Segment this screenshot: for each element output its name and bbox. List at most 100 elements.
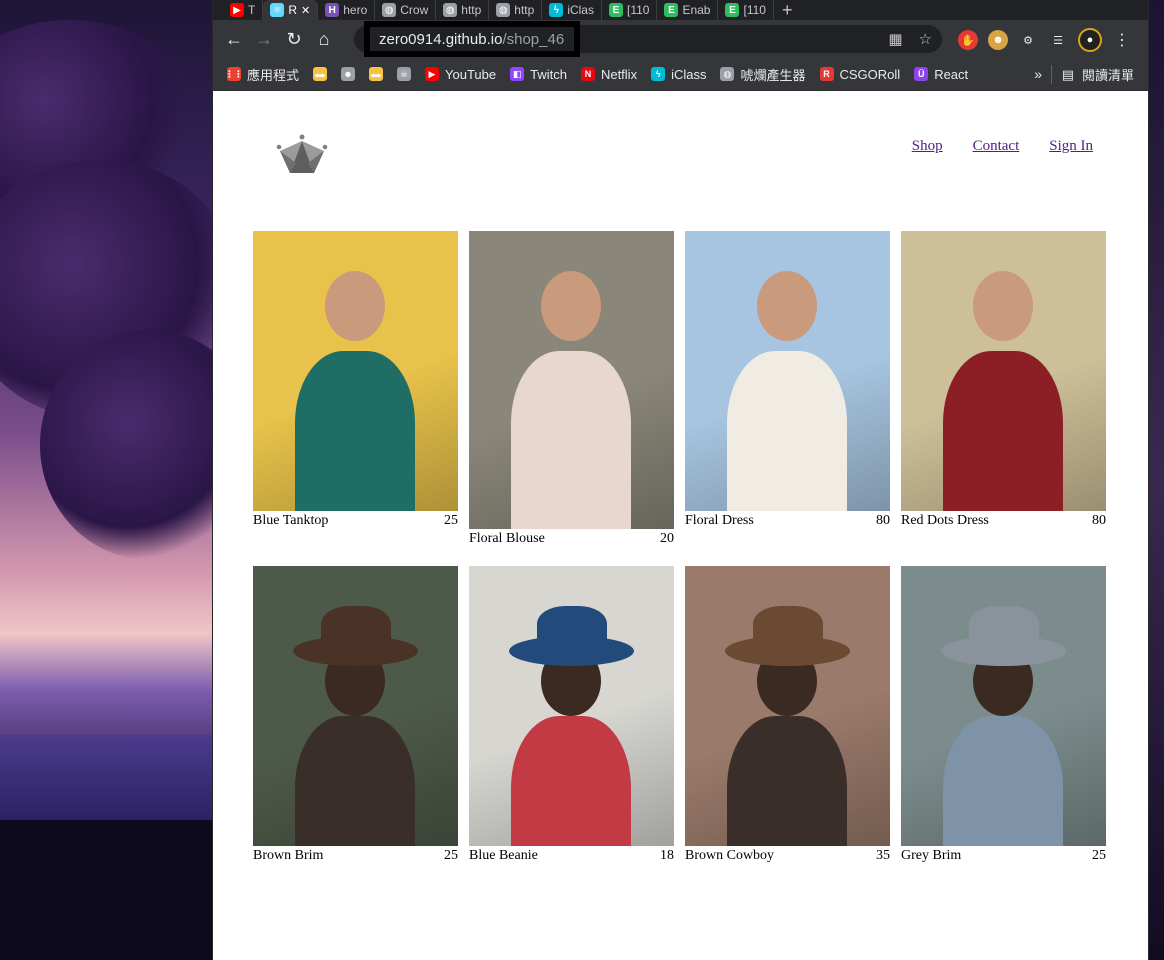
tab-label: http [461,3,482,17]
product-card[interactable]: Brown Brim 25 [253,566,458,864]
crown-logo-icon[interactable] [276,133,328,175]
evernote-icon: E [664,3,679,17]
back-button[interactable]: ← [219,29,249,50]
browser-tab[interactable]: ϟ iClas [542,0,602,20]
product-image[interactable] [469,566,674,846]
product-price: 80 [1092,513,1106,528]
bookmark-item[interactable]: ⋮⋮ 應用程式 [225,65,299,84]
bookmark-item[interactable]: ϟ iClass [651,67,706,82]
bookmark-item[interactable]: ▶ YouTube [425,67,496,82]
product-caption: Floral Dress 80 [685,513,890,529]
twitch-icon: ◧ [510,67,525,81]
tab-label: Enab [682,3,711,17]
bookmark-star-icon[interactable]: ☆ [919,30,932,48]
product-image[interactable] [469,231,674,529]
browser-tab[interactable]: ⚛ R ✕ [263,0,319,20]
product-card[interactable]: Blue Beanie 18 [469,566,674,864]
product-image[interactable] [901,231,1106,511]
globe-icon: ◍ [443,3,458,17]
model-garment [727,351,847,511]
browser-tab[interactable]: ▶ T [223,0,264,20]
product-caption: Blue Beanie 18 [469,848,674,864]
model-head [757,271,817,341]
react-icon: Ü [914,67,929,81]
hat-crown [969,606,1039,651]
browser-tab[interactable]: Hhero [318,0,376,20]
product-image[interactable] [901,566,1106,846]
desktop-wallpaper [0,0,213,960]
product-caption: Brown Brim 25 [253,848,458,864]
new-tab-button[interactable]: + [774,0,801,20]
youtube-icon: ▶ [230,3,244,17]
home-button[interactable]: ⌂ [309,29,339,50]
iclass-icon: ϟ [651,67,666,81]
browser-tab[interactable]: ◍ Crow [375,0,437,20]
bookmark-item[interactable]: ◧ Twitch [510,67,567,82]
smiley-icon: ☻ [341,67,356,81]
nav-contact-link[interactable]: Contact [973,138,1020,155]
bookmark-item[interactable]: ▬ [369,67,384,81]
product-card[interactable]: Grey Brim 25 [901,566,1106,864]
bookmark-item[interactable]: R CSGORoll [819,67,900,82]
translate-icon[interactable]: ▦ [888,30,902,48]
model-head [973,271,1033,341]
product-card[interactable]: Blue Tanktop 25 [253,231,458,529]
menu-kebab-icon[interactable]: ⋮ [1112,30,1132,50]
browser-tab[interactable]: E [110 [602,0,658,20]
bookmarks-overflow-button[interactable]: » [1034,66,1042,82]
globe-icon: ◍ [720,67,735,81]
browser-tab[interactable]: ◍ http [489,0,543,20]
model-head [541,271,601,341]
product-price: 25 [444,513,458,528]
wallpaper-city [0,735,213,825]
media-queue-icon[interactable]: ☰ [1048,30,1068,50]
tab-label: R [288,3,298,17]
url-text[interactable]: zero0914.github.io/shop_46 [364,21,580,57]
profile-avatar[interactable]: ● [1078,28,1102,52]
bookmark-item[interactable]: N Netflix [580,67,637,82]
product-image[interactable] [253,231,458,511]
product-price: 35 [876,848,890,863]
close-tab-icon[interactable]: ✕ [301,4,310,17]
bookmark-item[interactable]: ☠ [397,67,412,81]
product-image[interactable] [685,231,890,511]
adblock-extension-icon[interactable]: ✋ [958,30,978,50]
product-card[interactable]: Floral Blouse 20 [469,231,674,547]
reload-button[interactable]: ↻ [279,29,309,50]
hat-crown [753,606,823,651]
site-nav: Shop Contact Sign In [912,138,1093,155]
forward-button[interactable]: → [249,29,279,50]
desktop-wallpaper-edge [1148,0,1164,960]
product-card[interactable]: Floral Dress 80 [685,231,890,529]
product-caption: Grey Brim 25 [901,848,1106,864]
model-garment [943,716,1063,846]
product-card[interactable]: Brown Cowboy 35 [685,566,890,864]
evernote-icon: E [608,3,623,17]
bookmark-item[interactable]: ☻ [341,67,356,81]
product-image[interactable] [253,566,458,846]
bookmark-item[interactable]: Ü React [914,67,968,82]
nav-sign-in-link[interactable]: Sign In [1049,138,1093,155]
tab-label: hero [343,3,368,17]
browser-tab[interactable]: ◍ http [436,0,490,20]
bookmarks-bar: ⋮⋮ 應用程式 ▬ ☻ ▬ ☠ ▶ YouTube ◧ Twitch N Netflix ϟ iClass… [213,58,1148,91]
product-card[interactable]: Red Dots Dress 80 [901,231,1106,529]
bookmark-label: YouTube [445,66,497,82]
bookmark-item[interactable]: ▬ [313,67,328,81]
reading-list-icon: ▤ [1061,66,1074,82]
reading-list-button[interactable]: ▤ 閱讀清單 [1050,65,1134,84]
folder-icon: ▬ [313,67,328,81]
extension-face-icon[interactable]: ☻ [988,30,1008,50]
address-bar[interactable]: zero0914.github.io/shop_46 ▦ ☆ [354,21,942,57]
browser-tab[interactable]: E [110 [718,0,774,20]
youtube-icon: ▶ [425,67,440,81]
puzzle-extensions-icon[interactable]: ⚙ [1018,30,1038,50]
product-image[interactable] [685,566,890,846]
product-price: 20 [660,531,674,546]
tab-label: [110 [626,3,650,17]
bookmark-item[interactable]: ◍ 唬爛產生器 [720,65,806,84]
nav-shop-link[interactable]: Shop [912,138,943,155]
globe-icon: ◍ [382,3,397,17]
model-garment [943,351,1063,511]
browser-tab[interactable]: E Enab [657,0,719,20]
